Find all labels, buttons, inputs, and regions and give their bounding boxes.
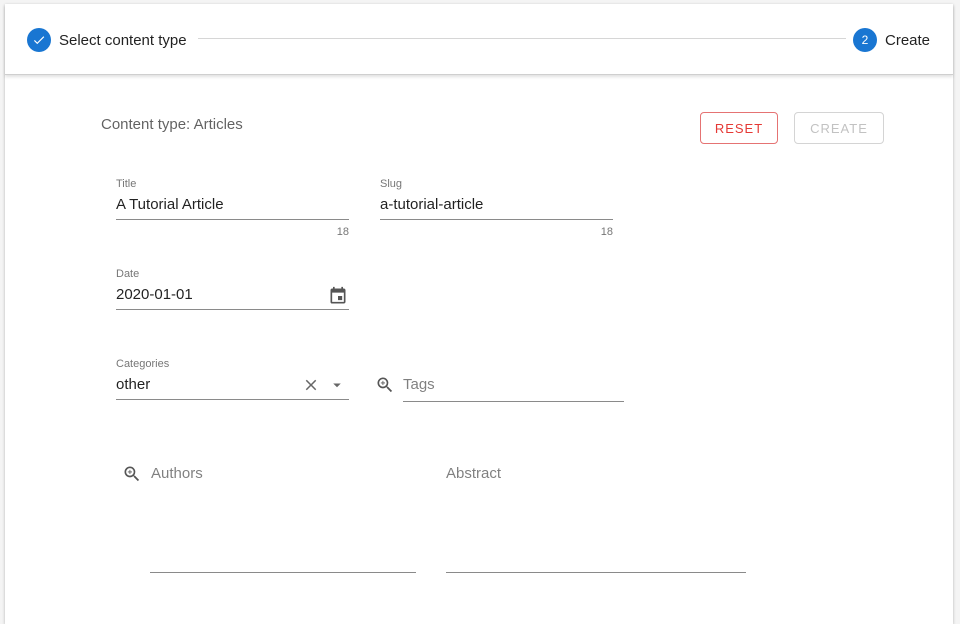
authors-input[interactable]: Authors: [151, 465, 203, 482]
zoom-in-icon[interactable]: [375, 375, 395, 395]
authors-underline: [150, 572, 416, 573]
tags-underline: [403, 401, 624, 402]
slug-underline: [380, 219, 613, 220]
abstract-underline: [446, 572, 746, 573]
zoom-in-icon[interactable]: [122, 464, 142, 484]
categories-label: Categories: [116, 358, 170, 370]
step-label: Select content type: [59, 31, 187, 49]
slug-label: Slug: [380, 178, 403, 190]
tags-field[interactable]: Tags: [373, 370, 624, 404]
date-underline: [116, 309, 349, 310]
abstract-textarea[interactable]: Abstract: [446, 465, 501, 482]
stepper: Select content type 2 Create: [5, 4, 953, 75]
create-content-card: Select content type 2 Create Content typ…: [5, 4, 953, 624]
slug-character-counter: 18: [600, 226, 613, 238]
calendar-icon[interactable]: [327, 285, 349, 307]
create-button[interactable]: CREATE: [794, 112, 884, 144]
reset-button[interactable]: RESET: [700, 112, 778, 144]
content-type-label: Content type: Articles: [101, 116, 243, 133]
dropdown-arrow-icon[interactable]: [328, 376, 346, 394]
title-character-counter: 18: [336, 226, 349, 238]
categories-underline: [116, 399, 349, 400]
step-create[interactable]: 2 Create: [853, 28, 930, 52]
title-underline: [116, 219, 349, 220]
authors-field[interactable]: Authors: [122, 460, 416, 575]
title-input[interactable]: A Tutorial Article: [116, 196, 224, 213]
check-icon: [27, 28, 51, 52]
tags-input[interactable]: Tags: [403, 376, 435, 393]
title-label: Title: [116, 178, 137, 190]
slug-input[interactable]: a-tutorial-article: [380, 196, 483, 213]
step-select-content-type[interactable]: Select content type: [27, 28, 187, 52]
step-label: Create: [885, 31, 931, 49]
categories-field[interactable]: Categories other: [116, 358, 349, 404]
step-connector: [198, 38, 846, 39]
slug-field[interactable]: Slug a-tutorial-article 18: [380, 178, 613, 242]
categories-value[interactable]: other: [116, 376, 150, 393]
title-field[interactable]: Title A Tutorial Article 18: [116, 178, 349, 242]
date-field[interactable]: Date 2020-01-01: [116, 268, 349, 314]
date-input[interactable]: 2020-01-01: [116, 286, 193, 303]
step-number: 2: [853, 28, 877, 52]
date-label: Date: [116, 268, 140, 280]
abstract-field[interactable]: Abstract: [446, 460, 746, 575]
clear-icon[interactable]: [302, 376, 320, 394]
